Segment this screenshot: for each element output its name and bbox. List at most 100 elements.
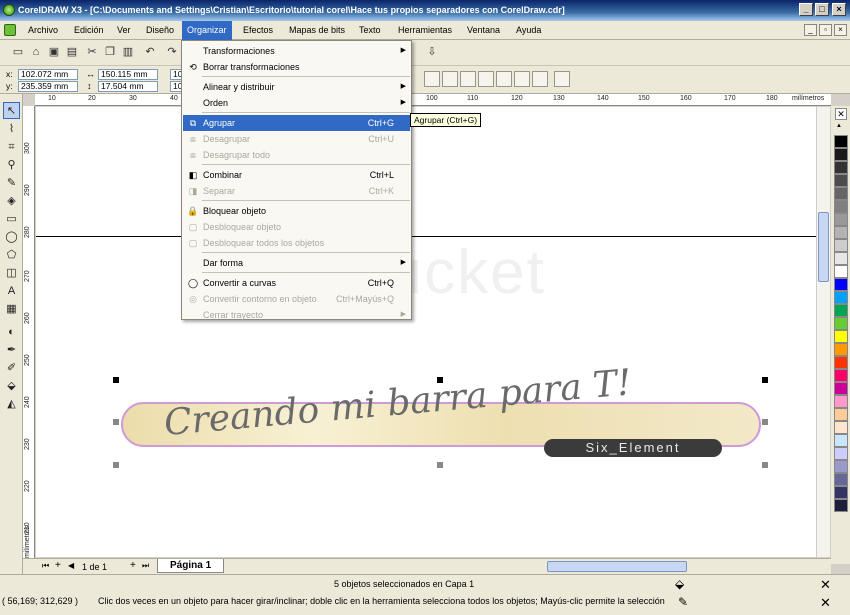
copy-icon[interactable]: ❐ [102, 44, 118, 60]
color-swatch[interactable] [834, 317, 848, 330]
menu-edicion[interactable]: Edición [69, 21, 109, 40]
color-swatch[interactable] [834, 200, 848, 213]
fill-indicator-icon[interactable]: ⬙ [675, 577, 684, 591]
freehand-tool-icon[interactable]: ✎ [3, 175, 20, 192]
text-tool-icon[interactable]: A [3, 283, 20, 300]
color-swatch[interactable] [834, 174, 848, 187]
color-swatch[interactable] [834, 486, 848, 499]
y-position-field[interactable]: 235.359 mm [18, 81, 78, 92]
menu-item-convertir-contorno-en-objeto[interactable]: ◎ Convertir contorno en objeto Ctrl+Mayús+… [183, 291, 410, 307]
selection-handle[interactable] [437, 462, 443, 468]
color-swatch[interactable] [834, 304, 848, 317]
add-page-before-icon[interactable]: + [55, 560, 61, 571]
pick-tool-icon[interactable]: ↖ [3, 102, 20, 119]
undo-icon[interactable]: ↶ [142, 44, 158, 60]
weld-icon[interactable] [478, 71, 494, 87]
drawing-canvas[interactable]: photobucket Creando mi barra para T! Six… [36, 107, 816, 557]
color-swatch[interactable] [834, 408, 848, 421]
menu-item-desbloquear-todos-los-objetos[interactable]: ▢ Desbloquear todos los objetos [183, 235, 410, 251]
prev-page-icon[interactable]: ◀ [68, 561, 74, 570]
menu-item-combinar[interactable]: ◧ Combinar Ctrl+L [183, 167, 410, 183]
menu-item-cerrar-trayecto[interactable]: Cerrar trayecto ▶ [183, 307, 410, 323]
color-swatch[interactable] [834, 330, 848, 343]
vertical-scroll-thumb[interactable] [818, 212, 829, 282]
align-icon[interactable] [554, 71, 570, 87]
color-swatch[interactable] [834, 473, 848, 486]
color-swatch[interactable] [834, 356, 848, 369]
color-swatch[interactable] [834, 395, 848, 408]
color-swatch[interactable] [834, 226, 848, 239]
menu-ventana[interactable]: Ventana [462, 21, 505, 40]
palette-scroll-up-icon[interactable]: ▲ [836, 123, 842, 129]
horizontal-scroll-thumb[interactable] [547, 561, 687, 572]
menu-efectos[interactable]: Efectos [238, 21, 278, 40]
selection-handle[interactable] [762, 462, 768, 468]
color-swatch[interactable] [834, 369, 848, 382]
zoom-tool-icon[interactable]: ⚲ [3, 157, 20, 174]
no-color-swatch[interactable]: ✕ [835, 108, 847, 120]
outline-indicator-icon[interactable]: ✎ [678, 595, 688, 609]
color-swatch[interactable] [834, 187, 848, 200]
height-field[interactable]: 17.504 mm [98, 81, 158, 92]
selection-handle[interactable] [437, 377, 443, 383]
no-fill-icon[interactable]: ✕ [820, 577, 831, 593]
polygon-tool-icon[interactable]: ⬠ [3, 247, 20, 264]
group-icon[interactable] [424, 71, 440, 87]
menu-organizar[interactable]: Organizar [182, 21, 232, 40]
last-page-icon[interactable]: ⏭ [142, 561, 149, 571]
menu-item-desagrupar[interactable]: ⧈ Desagrupar Ctrl+U [183, 131, 410, 147]
vertical-scrollbar[interactable] [816, 107, 830, 557]
color-swatch[interactable] [834, 265, 848, 278]
document-icon[interactable] [4, 24, 16, 36]
add-page-after-icon[interactable]: + [130, 560, 136, 571]
new-document-icon[interactable]: ▭ [10, 44, 26, 60]
interactive-blend-tool-icon[interactable]: ◐ [3, 324, 20, 341]
color-swatch[interactable] [834, 213, 848, 226]
basic-shapes-tool-icon[interactable]: ◫ [3, 265, 20, 282]
import-icon[interactable]: ⇩ [424, 44, 440, 60]
ellipse-tool-icon[interactable]: ◯ [3, 229, 20, 246]
crop-tool-icon[interactable]: ⌗ [3, 139, 20, 156]
close-button[interactable]: × [832, 3, 846, 16]
menu-item-transformaciones[interactable]: Transformaciones ▶ [183, 43, 410, 59]
redo-icon[interactable]: ↷ [164, 44, 180, 60]
cut-icon[interactable]: ✂ [84, 44, 100, 60]
save-icon[interactable]: ▣ [46, 44, 62, 60]
paste-icon[interactable]: ▥ [120, 44, 136, 60]
minimize-button[interactable]: _ [799, 3, 813, 16]
intersect-icon[interactable] [514, 71, 530, 87]
doc-close-button[interactable]: × [834, 24, 847, 36]
selection-handle[interactable] [762, 419, 768, 425]
color-swatch[interactable] [834, 447, 848, 460]
doc-restore-button[interactable]: ▫ [819, 24, 832, 36]
menu-mapas-de-bits[interactable]: Mapas de bits [284, 21, 350, 40]
x-position-field[interactable]: 102.072 mm [18, 69, 78, 80]
open-icon[interactable]: ⌂ [28, 44, 44, 60]
interactive-fill-tool-icon[interactable]: ◭ [3, 396, 20, 413]
color-swatch[interactable] [834, 161, 848, 174]
maximize-button[interactable]: □ [815, 3, 829, 16]
menu-item-alinear-y-distribuir[interactable]: Alinear y distribuir ▶ [183, 79, 410, 95]
width-field[interactable]: 150.115 mm [98, 69, 158, 80]
menu-item-separar[interactable]: ◨ Separar Ctrl+K [183, 183, 410, 199]
color-swatch[interactable] [834, 382, 848, 395]
menu-texto[interactable]: Texto [354, 21, 386, 40]
selection-handle[interactable] [113, 462, 119, 468]
menu-item-agrupar[interactable]: ⧉ Agrupar Ctrl+G [183, 115, 410, 131]
trim-icon[interactable] [496, 71, 512, 87]
smart-fill-tool-icon[interactable]: ◈ [3, 193, 20, 210]
table-tool-icon[interactable]: ▦ [3, 301, 20, 318]
rectangle-tool-icon[interactable]: ▭ [3, 211, 20, 228]
color-swatch[interactable] [834, 278, 848, 291]
menu-item-dar-forma[interactable]: Dar forma ▶ [183, 255, 410, 271]
page-tab[interactable]: Página 1 [157, 559, 225, 573]
menu-item-desbloquear-objeto[interactable]: ▢ Desbloquear objeto [183, 219, 410, 235]
fill-tool-icon[interactable]: ⬙ [3, 378, 20, 395]
color-swatch[interactable] [834, 252, 848, 265]
menu-ver[interactable]: Ver [112, 21, 136, 40]
combine-icon[interactable] [460, 71, 476, 87]
color-swatch[interactable] [834, 434, 848, 447]
outline-tool-icon[interactable]: ✐ [3, 360, 20, 377]
menu-herramientas[interactable]: Herramientas [393, 21, 457, 40]
color-swatch[interactable] [834, 343, 848, 356]
